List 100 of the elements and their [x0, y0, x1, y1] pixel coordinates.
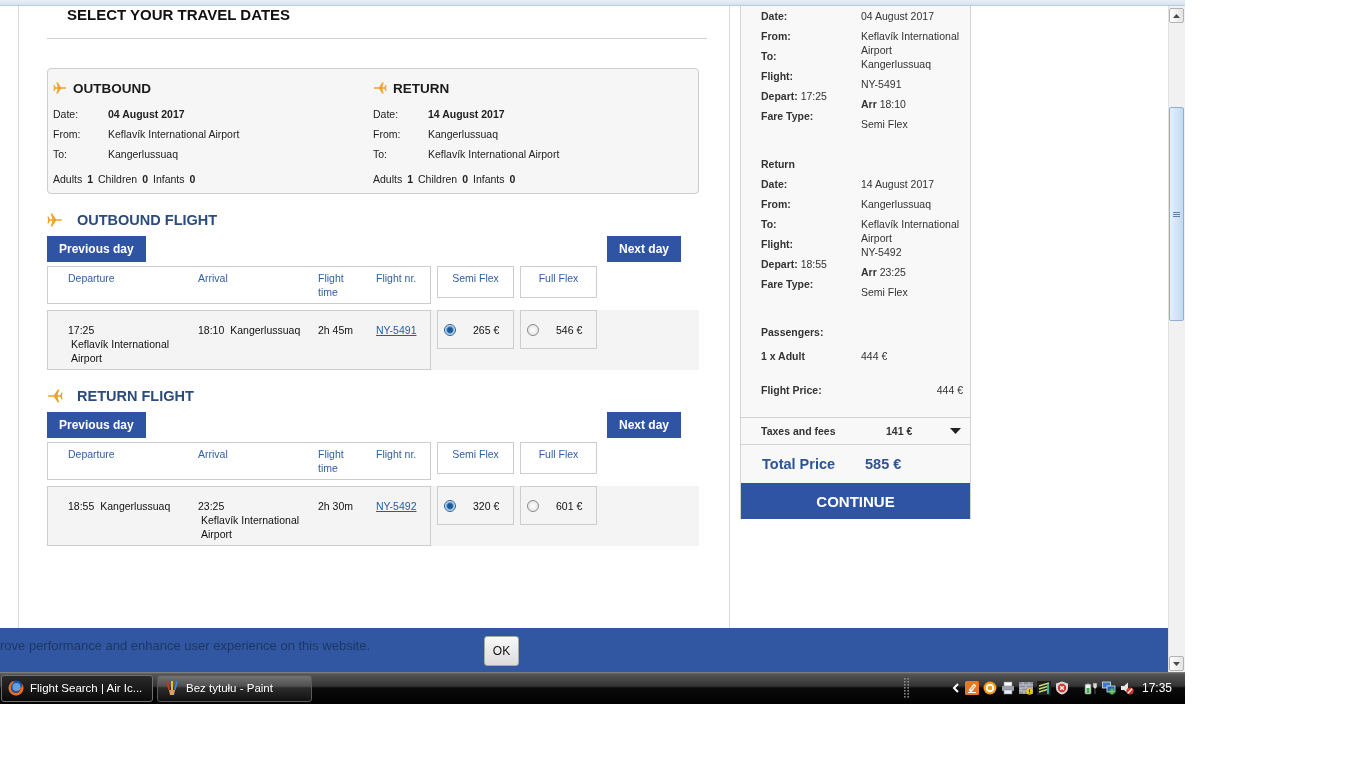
field-label: To: [373, 148, 388, 160]
flight-number-link[interactable]: NY-5492 [376, 500, 417, 512]
fare-option[interactable]: 546 € [520, 310, 597, 349]
taxes-row[interactable]: Taxes and fees 141 € [741, 417, 970, 445]
arrival-time: 18:10 [198, 324, 225, 336]
departure-airport: Kangerlussuaq [100, 499, 171, 513]
summary-label: Depart: [761, 90, 798, 102]
fare-option[interactable]: 601 € [520, 486, 597, 525]
total-price-label: Total Price [762, 456, 837, 472]
fare-option[interactable]: 265 € [437, 310, 514, 349]
departure-time: 17:25 [800, 90, 827, 102]
speaker-muted-icon[interactable] [1119, 681, 1134, 695]
ring-icon[interactable] [982, 681, 997, 695]
pen-tile-icon[interactable] [964, 681, 979, 695]
departure-time: 18:55 [68, 500, 95, 512]
scroll-down-button[interactable] [1169, 656, 1184, 671]
field-value: 14 August 2017 [428, 108, 505, 120]
fare-column-header: Full Flex [520, 266, 597, 298]
down-arrow-icon [1173, 661, 1180, 666]
summary-value: 04 August 2017 [861, 10, 934, 22]
taskbar-button[interactable]: Bez tytułu - Paint [157, 674, 312, 702]
passenger-label: Infants [153, 173, 185, 185]
summary-value: Keflavík International Airport [861, 218, 960, 244]
fare-option[interactable]: 320 € [437, 486, 514, 525]
flight-number-link[interactable]: NY-5491 [376, 324, 417, 336]
ok-button[interactable]: OK [484, 636, 519, 666]
passenger-label: Children [418, 173, 458, 185]
taskbar-button-label: Bez tytułu - Paint [186, 682, 273, 694]
passenger-label: Children [98, 173, 138, 185]
field-label: Date: [53, 108, 80, 120]
fare-radio[interactable] [444, 323, 456, 336]
summary-label: To: [761, 218, 777, 230]
passenger-count: 1 [407, 173, 414, 185]
field-value: Kangerlussuaq [108, 148, 179, 160]
taskbar-button[interactable]: Flight Search | Air Ic... [1, 674, 153, 702]
fare-price: 320 € [473, 499, 500, 512]
passenger-count: 0 [462, 173, 468, 185]
fare-column-header: Semi Flex [437, 266, 514, 298]
summary-value: 18:10 [879, 98, 906, 110]
flight-duration: 2h 45m [318, 324, 354, 336]
plane-icon [373, 81, 387, 95]
fare-radio[interactable] [527, 323, 539, 336]
column-header: Arrival [198, 448, 228, 460]
field-value: 04 August 2017 [108, 108, 185, 120]
total-price-value: 585 € [865, 456, 902, 472]
plane-icon [47, 212, 63, 228]
field-value: Keflavík International Airport [108, 128, 240, 140]
summary-label: Flight: [761, 70, 794, 82]
field-label: To: [53, 148, 68, 160]
grip-icon[interactable] [903, 678, 909, 698]
departure-time: 17:25 [68, 324, 95, 336]
plane-icon [53, 81, 67, 95]
network-icon[interactable] [1101, 681, 1116, 695]
continue-button[interactable]: CONTINUE [741, 483, 970, 519]
section-heading: RETURN FLIGHT [77, 388, 194, 404]
caret-icon[interactable] [950, 428, 961, 434]
section-heading: OUTBOUND FLIGHT [77, 212, 218, 228]
summary-label: Flight: [761, 238, 794, 250]
shield-error-icon[interactable] [1054, 681, 1069, 695]
passenger-label: Adults [373, 173, 403, 185]
summary-value: NY-5491 [861, 78, 902, 90]
passenger-label: Adults [53, 173, 83, 185]
flight-price-value: 444 € [936, 383, 963, 398]
up-arrow-icon [1173, 13, 1180, 18]
chevron-icon[interactable] [951, 683, 959, 693]
stripes-icon[interactable] [1036, 681, 1051, 695]
passengers-heading: Passengers: [761, 326, 824, 338]
arrival-time: 23:25 [198, 500, 225, 512]
arrival-label: Arr [861, 98, 877, 110]
taxes-label: Taxes and fees [761, 425, 837, 437]
fare-radio[interactable] [527, 499, 539, 512]
field-value: Kangerlussuaq [428, 128, 499, 140]
column-header: Flight nr. [376, 272, 417, 284]
summary-label: From: [761, 198, 791, 210]
grip-icon [1173, 211, 1180, 217]
leg-heading: RETURN [393, 80, 450, 96]
clock-time: 17:35 [1141, 681, 1172, 695]
previous-day-button[interactable]: Previous day [47, 412, 146, 438]
next-day-button[interactable]: Next day [606, 412, 681, 438]
passenger-price: 444 € [861, 349, 888, 364]
summary-value: 14 August 2017 [861, 178, 934, 190]
field-label: From: [53, 128, 82, 140]
printer-icon[interactable] [1000, 681, 1015, 695]
fare-price: 265 € [473, 323, 500, 336]
passenger-count: 0 [189, 173, 196, 185]
scroll-up-button[interactable] [1169, 8, 1184, 23]
column-header: Arrival [198, 272, 228, 284]
taskbar-button-label: Flight Search | Air Ic... [30, 682, 143, 694]
battery-plug-icon[interactable] [1083, 681, 1098, 695]
column-header: Departure [68, 272, 115, 284]
leg-heading: OUTBOUND [73, 80, 151, 96]
fare-price: 546 € [556, 323, 583, 336]
scrollbar-thumb[interactable] [1169, 107, 1184, 321]
fare-radio[interactable] [444, 499, 456, 512]
departure-time: 18:55 [800, 258, 827, 270]
flight-duration: 2h 30m [318, 500, 354, 512]
brick-wall-icon[interactable] [1018, 681, 1033, 695]
passenger-count: 1 [87, 173, 94, 185]
previous-day-button[interactable]: Previous day [47, 236, 146, 262]
next-day-button[interactable]: Next day [606, 236, 681, 262]
